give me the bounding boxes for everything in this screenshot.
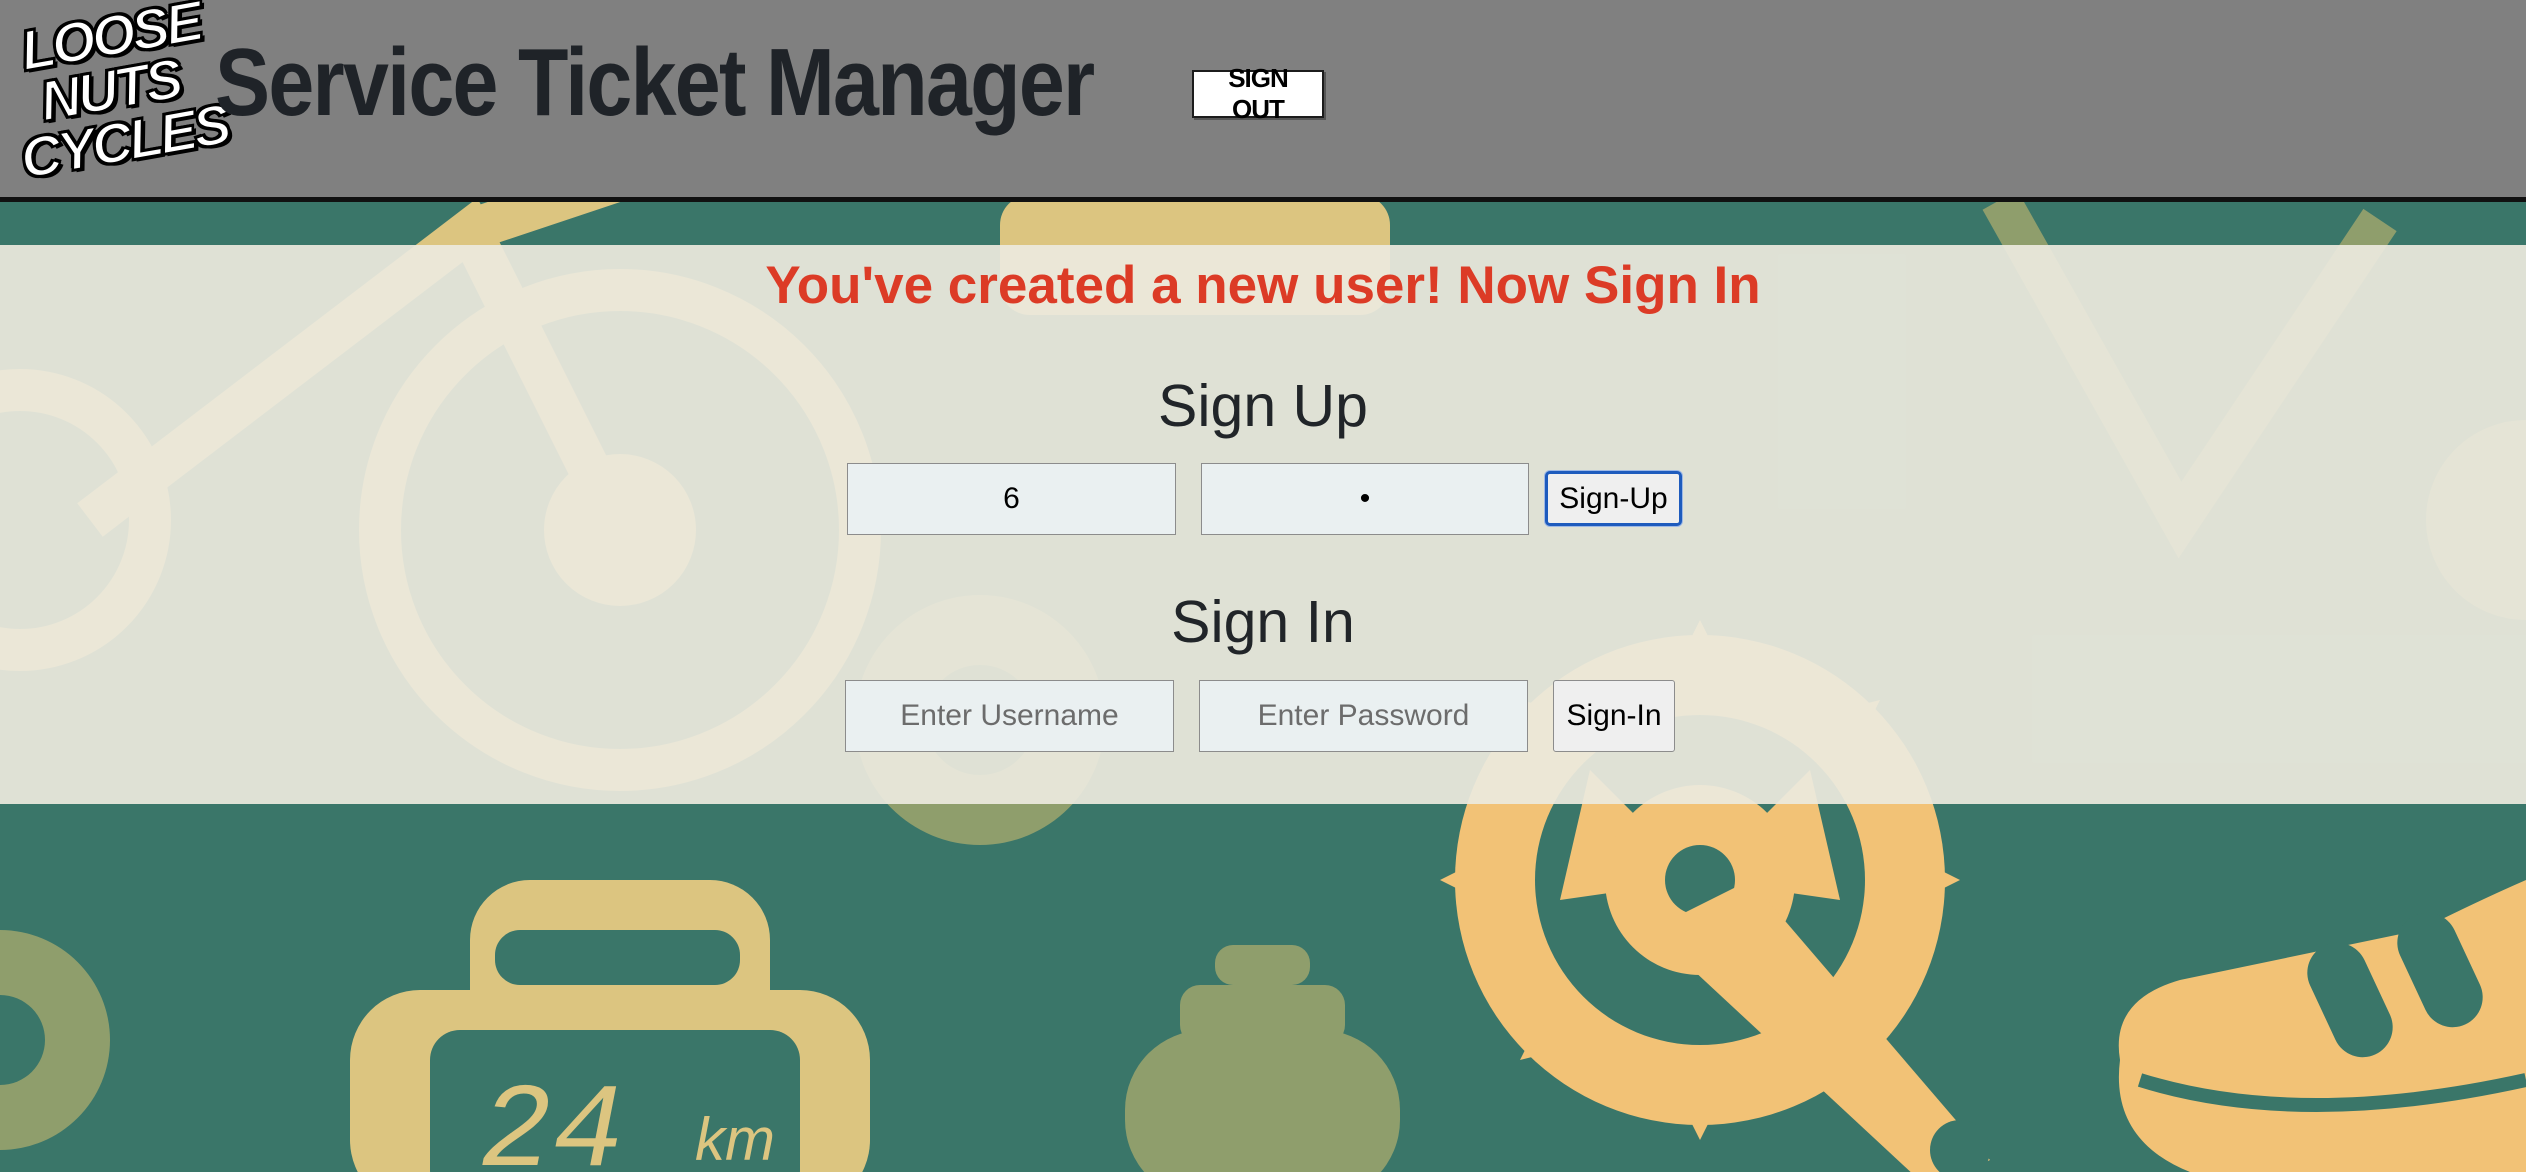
page: 24 km LOOSE NUTS CYCLES Service Ticket M… <box>0 0 2526 1172</box>
sign-in-button[interactable]: Sign-In <box>1553 680 1675 752</box>
sign-up-password-input[interactable] <box>1201 463 1529 535</box>
app-title: Service Ticket Manager <box>215 29 1095 136</box>
sign-up-button[interactable]: Sign-Up <box>1545 471 1682 526</box>
sign-out-button[interactable]: SIGN OUT <box>1192 63 1324 124</box>
sign-up-username-input[interactable] <box>847 463 1176 535</box>
top-bar: LOOSE NUTS CYCLES Service Ticket Manager… <box>0 0 2526 202</box>
brand-logo: LOOSE NUTS CYCLES <box>15 0 234 191</box>
sign-in-username-input[interactable] <box>845 680 1174 752</box>
success-message: You've created a new user! Now Sign In <box>765 256 1761 315</box>
svg-text:24: 24 <box>480 1066 624 1172</box>
svg-text:km: km <box>695 1106 775 1172</box>
sign-up-heading: Sign Up <box>1158 373 1368 439</box>
sign-in-password-input[interactable] <box>1199 680 1528 752</box>
sign-in-heading: Sign In <box>1171 589 1355 655</box>
